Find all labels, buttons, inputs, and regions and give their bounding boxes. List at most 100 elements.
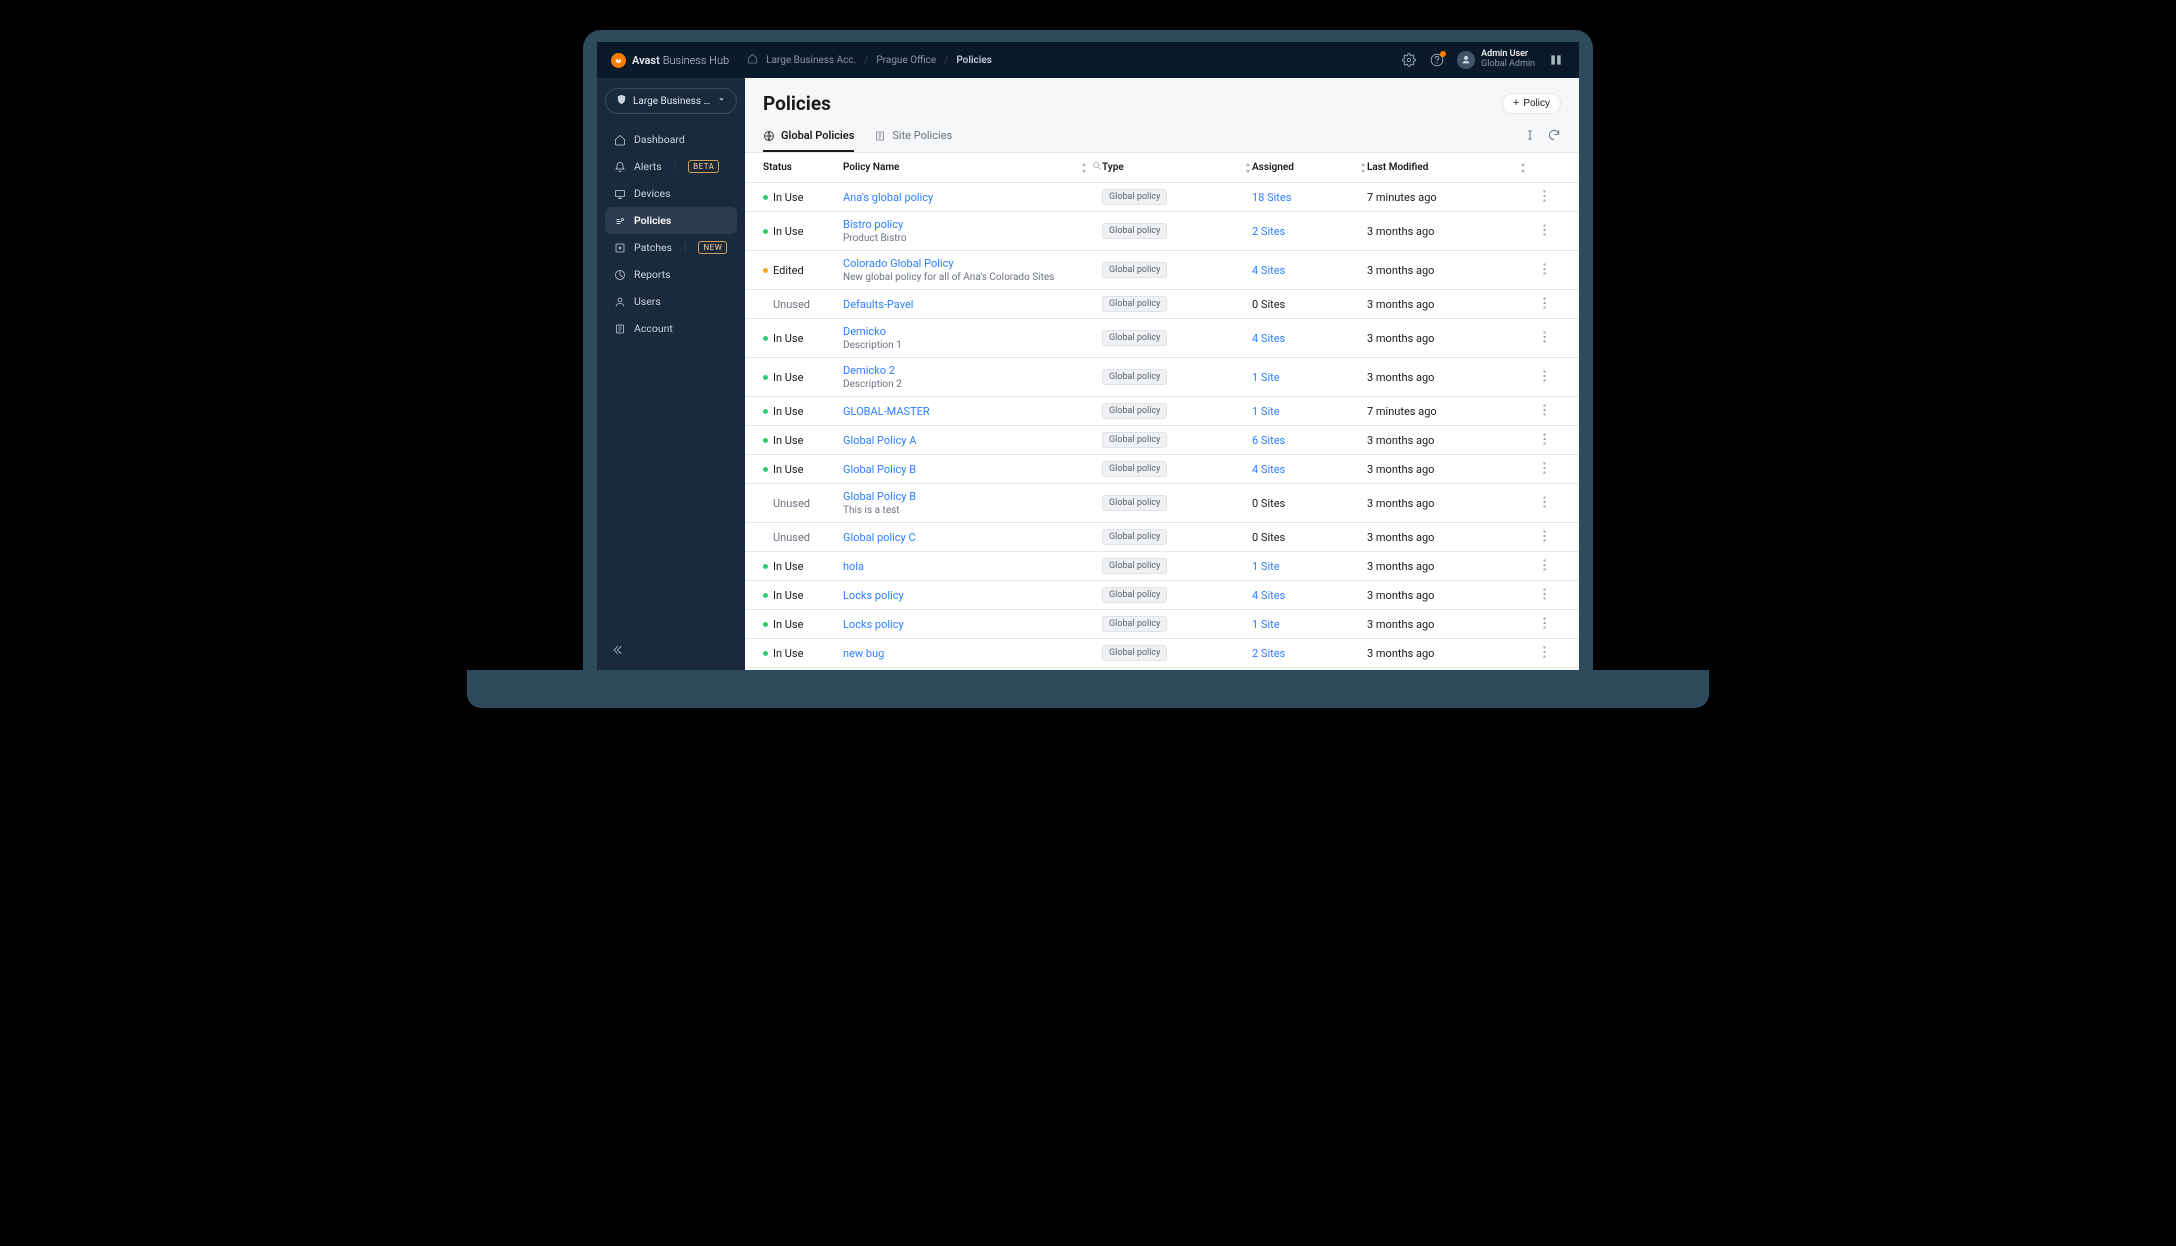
breadcrumb-item[interactable]: Prague Office: [876, 55, 936, 66]
account-selector[interactable]: Large Business Acc.: [605, 88, 737, 114]
policy-name-link[interactable]: Bistro policy: [843, 218, 903, 231]
search-icon[interactable]: [1092, 161, 1102, 174]
tab-global-policies[interactable]: Global Policies: [763, 123, 854, 152]
sort-icon[interactable]: [1359, 163, 1367, 173]
status-cell: In Use: [763, 463, 843, 476]
table-row[interactable]: In UseAna's global policyGlobal policy18…: [745, 183, 1579, 212]
sidebar-collapse-button[interactable]: [605, 638, 629, 662]
tab-site-policies[interactable]: Site Policies: [874, 123, 952, 152]
brand[interactable]: Avast Business Hub: [611, 53, 729, 68]
assigned-link[interactable]: 2 Sites: [1252, 647, 1285, 660]
kebab-icon[interactable]: [1543, 263, 1546, 278]
assigned-link[interactable]: 1 Site: [1252, 371, 1280, 384]
kebab-icon[interactable]: [1543, 190, 1546, 205]
assigned-link[interactable]: 18 Sites: [1252, 191, 1291, 204]
sort-icon[interactable]: [1519, 163, 1527, 173]
kebab-icon[interactable]: [1543, 617, 1546, 632]
table-row[interactable]: In UseGLOBAL-MASTERGlobal policy1 Site7 …: [745, 397, 1579, 426]
table-row[interactable]: In UseDemickoDescription 1Global policy4…: [745, 319, 1579, 358]
kebab-icon[interactable]: [1543, 462, 1546, 477]
assigned-link[interactable]: 1 Site: [1252, 618, 1280, 631]
kebab-icon[interactable]: [1543, 370, 1546, 385]
table-row[interactable]: In UseholaGlobal policy1 Site3 months ag…: [745, 552, 1579, 581]
col-header-assigned[interactable]: Assigned: [1252, 162, 1367, 173]
refresh-icon[interactable]: [1547, 127, 1561, 146]
sort-icon[interactable]: [1244, 163, 1252, 173]
sidebar-item-patches[interactable]: Patches|NEW: [605, 234, 737, 261]
policy-name-link[interactable]: Global policy C: [843, 531, 916, 544]
sidebar-item-policies[interactable]: Policies: [605, 207, 737, 234]
table-row[interactable]: In UseLocks policyGlobal policy4 Sites3 …: [745, 581, 1579, 610]
table[interactable]: Status Policy Name Type: [745, 153, 1579, 670]
help-icon[interactable]: [1429, 52, 1445, 68]
table-row[interactable]: In UseGlobal Policy AGlobal policy6 Site…: [745, 426, 1579, 455]
policy-name-link[interactable]: GLOBAL-MASTER: [843, 405, 930, 418]
policy-name-link[interactable]: Locks policy: [843, 589, 904, 602]
sidebar-item-reports[interactable]: Reports: [605, 261, 737, 288]
policy-name-link[interactable]: Locks policy: [843, 618, 904, 631]
modified-cell: 7 minutes ago: [1367, 191, 1527, 204]
sidebar-item-users[interactable]: Users: [605, 288, 737, 315]
assigned-link[interactable]: 4 Sites: [1252, 264, 1285, 277]
table-row[interactable]: In UseDemicko 2Description 2Global polic…: [745, 358, 1579, 397]
table-row[interactable]: In Usenew bugGlobal policy2 Sites3 month…: [745, 639, 1579, 668]
sidebar-item-devices[interactable]: Devices: [605, 180, 737, 207]
col-header-status[interactable]: Status: [763, 162, 843, 173]
name-cell: Bistro policyProduct Bistro: [843, 218, 1102, 244]
policy-name-link[interactable]: new bug: [843, 647, 884, 660]
breadcrumb-sep: /: [864, 55, 868, 66]
policy-name-link[interactable]: Demicko 2: [843, 364, 895, 377]
policy-name-link[interactable]: hola: [843, 560, 864, 573]
assigned-link[interactable]: 1 Site: [1252, 560, 1280, 573]
breadcrumb-item[interactable]: Large Business Acc.: [766, 55, 856, 66]
kebab-icon[interactable]: [1543, 404, 1546, 419]
kebab-icon[interactable]: [1543, 588, 1546, 603]
assigned-link[interactable]: 2 Sites: [1252, 225, 1285, 238]
table-row[interactable]: UnusedGlobal policy CGlobal policy0 Site…: [745, 523, 1579, 552]
kebab-icon[interactable]: [1543, 224, 1546, 239]
home-icon[interactable]: [747, 53, 758, 67]
user-menu[interactable]: Admin User Global Admin: [1457, 50, 1535, 70]
status-text: In Use: [773, 589, 803, 602]
assigned-link[interactable]: 4 Sites: [1252, 332, 1285, 345]
sidebar-item-account[interactable]: Account: [605, 315, 737, 342]
policy-name-link[interactable]: Global Policy B: [843, 490, 916, 503]
policy-name-link[interactable]: Ana's global policy: [843, 191, 933, 204]
sidebar-item-dashboard[interactable]: Dashboard: [605, 126, 737, 153]
table-row[interactable]: UnusedDefaults-PavelGlobal policy0 Sites…: [745, 290, 1579, 319]
policy-name-link[interactable]: Demicko: [843, 325, 886, 338]
col-header-type[interactable]: Type: [1102, 162, 1252, 173]
table-row[interactable]: In UseLocks policyGlobal policy1 Site3 m…: [745, 610, 1579, 639]
assigned-link[interactable]: 1 Site: [1252, 405, 1280, 418]
assigned-link[interactable]: 6 Sites: [1252, 434, 1285, 447]
add-policy-button[interactable]: + Policy: [1502, 93, 1561, 114]
sidebar-item-alerts[interactable]: Alerts|BETA: [605, 153, 737, 180]
assigned-link[interactable]: 4 Sites: [1252, 589, 1285, 602]
policy-name-link[interactable]: Global Policy B: [843, 463, 916, 476]
gear-icon[interactable]: [1401, 52, 1417, 68]
table-row[interactable]: UnusedGlobal Policy BThis is a testGloba…: [745, 484, 1579, 523]
kebab-icon[interactable]: [1543, 530, 1546, 545]
actions-cell: [1527, 433, 1561, 448]
kebab-icon[interactable]: [1543, 297, 1546, 312]
sidebar-item-label: Reports: [634, 268, 671, 281]
kebab-icon[interactable]: [1543, 559, 1546, 574]
app-header: Avast Business Hub Large Business Acc. /…: [597, 42, 1579, 78]
col-header-name[interactable]: Policy Name: [843, 161, 1102, 174]
assigned-link[interactable]: 4 Sites: [1252, 463, 1285, 476]
kebab-icon[interactable]: [1543, 433, 1546, 448]
kebab-icon[interactable]: [1543, 646, 1546, 661]
kebab-icon[interactable]: [1543, 496, 1546, 511]
actions-cell: [1527, 331, 1561, 346]
kebab-icon[interactable]: [1543, 331, 1546, 346]
table-row[interactable]: In UseBistro policyProduct BistroGlobal …: [745, 212, 1579, 251]
rename-icon[interactable]: [1523, 127, 1537, 146]
table-row[interactable]: EditedColorado Global PolicyNew global p…: [745, 251, 1579, 290]
layout-switch-icon[interactable]: [1547, 51, 1565, 69]
table-row[interactable]: In UseGlobal Policy BGlobal policy4 Site…: [745, 455, 1579, 484]
policy-name-link[interactable]: Defaults-Pavel: [843, 298, 913, 311]
policy-name-link[interactable]: Colorado Global Policy: [843, 257, 954, 270]
policy-name-link[interactable]: Global Policy A: [843, 434, 916, 447]
sort-icon[interactable]: [1080, 163, 1088, 173]
col-header-modified[interactable]: Last Modified: [1367, 162, 1527, 173]
